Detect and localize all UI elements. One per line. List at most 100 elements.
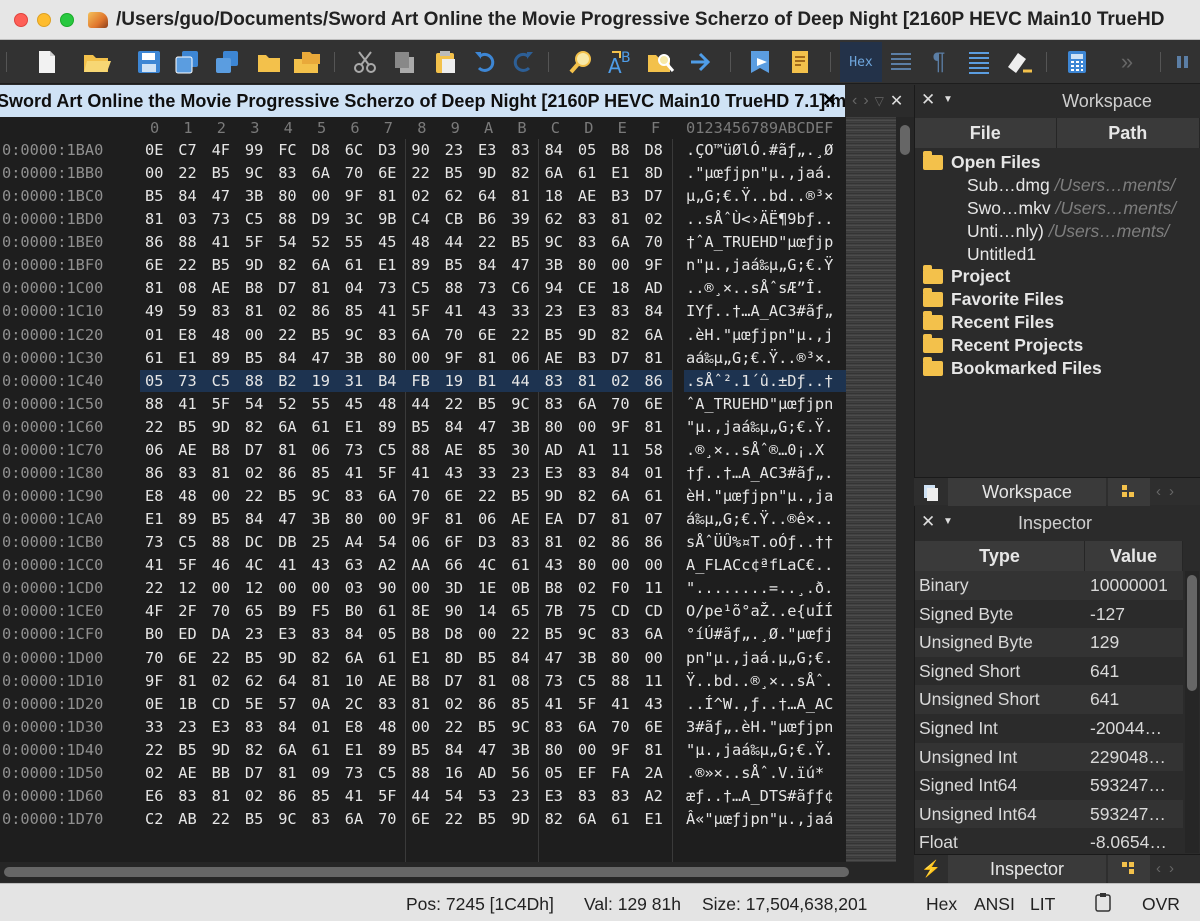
tree-project[interactable]: Project [923, 265, 1010, 287]
hex-editor[interactable]: 0 1 2 3 4 5 6 7 8 9 A B C D E F 0123456789ABCDEF 0:0000:… [0, 117, 846, 862]
byte-cell[interactable]: 9B [378, 210, 411, 228]
byte-cell[interactable]: BB [212, 764, 245, 782]
byte-cell[interactable]: 81 [278, 764, 311, 782]
byte-cell[interactable]: 9C [278, 810, 311, 828]
byte-cell[interactable]: 54 [378, 533, 411, 551]
byte-cell[interactable]: 81 [411, 695, 444, 713]
byte-cell[interactable]: 83 [578, 210, 611, 228]
byte-cell[interactable]: 6A [545, 164, 578, 182]
byte-cell[interactable]: 23 [245, 625, 278, 643]
byte-cell[interactable]: 00 [212, 487, 245, 505]
byte-cell[interactable]: 83 [611, 787, 644, 805]
byte-cell[interactable]: B5 [511, 233, 544, 251]
byte-cell[interactable]: 59 [178, 302, 211, 320]
row-ascii[interactable]: .®¸×..sÅˆ®…0­¡.X [686, 441, 846, 459]
workspace-tab-icon[interactable] [914, 478, 948, 506]
byte-cell[interactable]: B5 [545, 625, 578, 643]
byte-cell[interactable]: B4 [378, 372, 411, 390]
byte-cell[interactable]: 88 [212, 533, 245, 551]
inspector-row[interactable]: Unsigned Short 641 [915, 685, 1183, 714]
byte-cell[interactable]: 02 [611, 372, 644, 390]
byte-cell[interactable]: 2A [644, 764, 677, 782]
byte-cell[interactable]: B8 [245, 279, 278, 297]
byte-cell[interactable]: 3B [245, 187, 278, 205]
row-ascii[interactable]: sÅˆÜÛ%¤T.oÓƒ..†† [686, 533, 846, 551]
byte-cell[interactable]: 41 [445, 302, 478, 320]
byte-cell[interactable]: 73 [545, 672, 578, 690]
byte-cell[interactable]: D7 [245, 764, 278, 782]
tree-recent-projects[interactable]: Recent Projects [923, 334, 1083, 356]
byte-cell[interactable]: 84 [511, 649, 544, 667]
byte-cell[interactable]: C5 [245, 210, 278, 228]
byte-cell[interactable]: B8 [411, 625, 444, 643]
byte-cell[interactable]: 41 [278, 556, 311, 574]
byte-cell[interactable]: 00 [611, 256, 644, 274]
byte-cell[interactable]: 90 [445, 602, 478, 620]
byte-cell[interactable]: 81 [478, 672, 511, 690]
byte-cell[interactable]: E1 [378, 256, 411, 274]
byte-cell[interactable]: 83 [545, 372, 578, 390]
byte-cell[interactable]: C5 [378, 764, 411, 782]
vertical-scrollbar[interactable] [896, 117, 914, 862]
byte-cell[interactable]: 70 [145, 649, 178, 667]
column-file[interactable]: File [915, 118, 1057, 148]
byte-cell[interactable]: 48 [411, 233, 444, 251]
tab-close-icon[interactable]: ✕ [890, 91, 903, 111]
byte-cell[interactable]: 00 [145, 164, 178, 182]
hex-row[interactable]: 0:0000:1C30 61 E1 89 B5 84 47 3B 80 00 9F 81 06 AE B3 D… [0, 347, 846, 370]
byte-cell[interactable]: 61 [311, 741, 344, 759]
inspector-row[interactable]: Unsigned Byte 129 [915, 628, 1183, 657]
row-bytes[interactable]: 02 AE BB D7 81 09 73 C5 88 16 AD 56 05 EF FA 2A [145, 764, 678, 782]
byte-cell[interactable]: 58 [644, 441, 677, 459]
byte-cell[interactable]: D7 [445, 672, 478, 690]
byte-cell[interactable]: 00 [644, 556, 677, 574]
byte-cell[interactable]: B5 [478, 395, 511, 413]
byte-cell[interactable]: 83 [511, 533, 544, 551]
byte-cell[interactable]: E1 [145, 510, 178, 528]
editor-tab[interactable]: Sword Art Online the Movie Progressive S… [0, 85, 845, 117]
byte-cell[interactable]: 12 [245, 579, 278, 597]
byte-cell[interactable]: CD [611, 602, 644, 620]
byte-cell[interactable]: 19 [311, 372, 344, 390]
byte-cell[interactable]: 88 [145, 395, 178, 413]
byte-cell[interactable]: 73 [345, 441, 378, 459]
byte-cell[interactable]: AE [545, 349, 578, 367]
hex-row[interactable]: 0:0000:1BF0 6E 22 B5 9D 82 6A 61 E1 89 B5 84 47 3B 80 0… [0, 254, 846, 277]
byte-cell[interactable]: 44 [511, 372, 544, 390]
byte-cell[interactable]: 70 [611, 718, 644, 736]
byte-cell[interactable]: 49 [145, 302, 178, 320]
byte-cell[interactable]: 62 [245, 672, 278, 690]
byte-cell[interactable]: 23 [545, 302, 578, 320]
byte-cell[interactable]: 22 [145, 418, 178, 436]
byte-cell[interactable]: AE [511, 510, 544, 528]
byte-cell[interactable]: 9D [478, 164, 511, 182]
byte-cell[interactable]: F5 [311, 602, 344, 620]
inspector-row[interactable]: Unsigned Int 229048… [915, 742, 1183, 772]
byte-cell[interactable]: 9F [345, 187, 378, 205]
byte-cell[interactable]: C2 [145, 810, 178, 828]
byte-cell[interactable]: 1B [178, 695, 211, 713]
byte-cell[interactable]: 44 [411, 395, 444, 413]
scrollbar-thumb[interactable] [4, 867, 849, 877]
new-file-icon[interactable] [30, 45, 64, 79]
byte-cell[interactable]: 3B [578, 649, 611, 667]
byte-cell[interactable]: 81 [212, 464, 245, 482]
byte-cell[interactable]: B9 [278, 602, 311, 620]
byte-cell[interactable]: B5 [178, 418, 211, 436]
byte-cell[interactable]: A2 [644, 787, 677, 805]
byte-cell[interactable]: 05 [578, 141, 611, 159]
byte-cell[interactable]: 08 [511, 672, 544, 690]
byte-cell[interactable]: 9D [212, 418, 245, 436]
byte-cell[interactable]: E3 [545, 787, 578, 805]
byte-cell[interactable]: 00 [578, 418, 611, 436]
row-bytes[interactable]: 86 88 41 5F 54 52 55 45 48 44 22 B5 9C 83 6A 70 [145, 233, 678, 251]
hex-row[interactable]: 0:0000:1BC0 B5 84 47 3B 80 00 9F 81 02 62 64 81 18 AE B… [0, 185, 846, 208]
byte-cell[interactable]: 84 [445, 741, 478, 759]
hex-row[interactable]: 0:0000:1CA0 E1 89 B5 84 47 3B 80 00 9F 81 06 AE EA D7 8… [0, 508, 846, 531]
byte-cell[interactable]: 02 [145, 764, 178, 782]
byte-cell[interactable]: 73 [145, 533, 178, 551]
byte-cell[interactable]: 6A [311, 164, 344, 182]
column-mode-icon[interactable] [884, 45, 918, 79]
row-ascii[interactable]: .®»×..sÅˆ.­V.ïú* [686, 764, 846, 782]
byte-cell[interactable]: ED [178, 625, 211, 643]
